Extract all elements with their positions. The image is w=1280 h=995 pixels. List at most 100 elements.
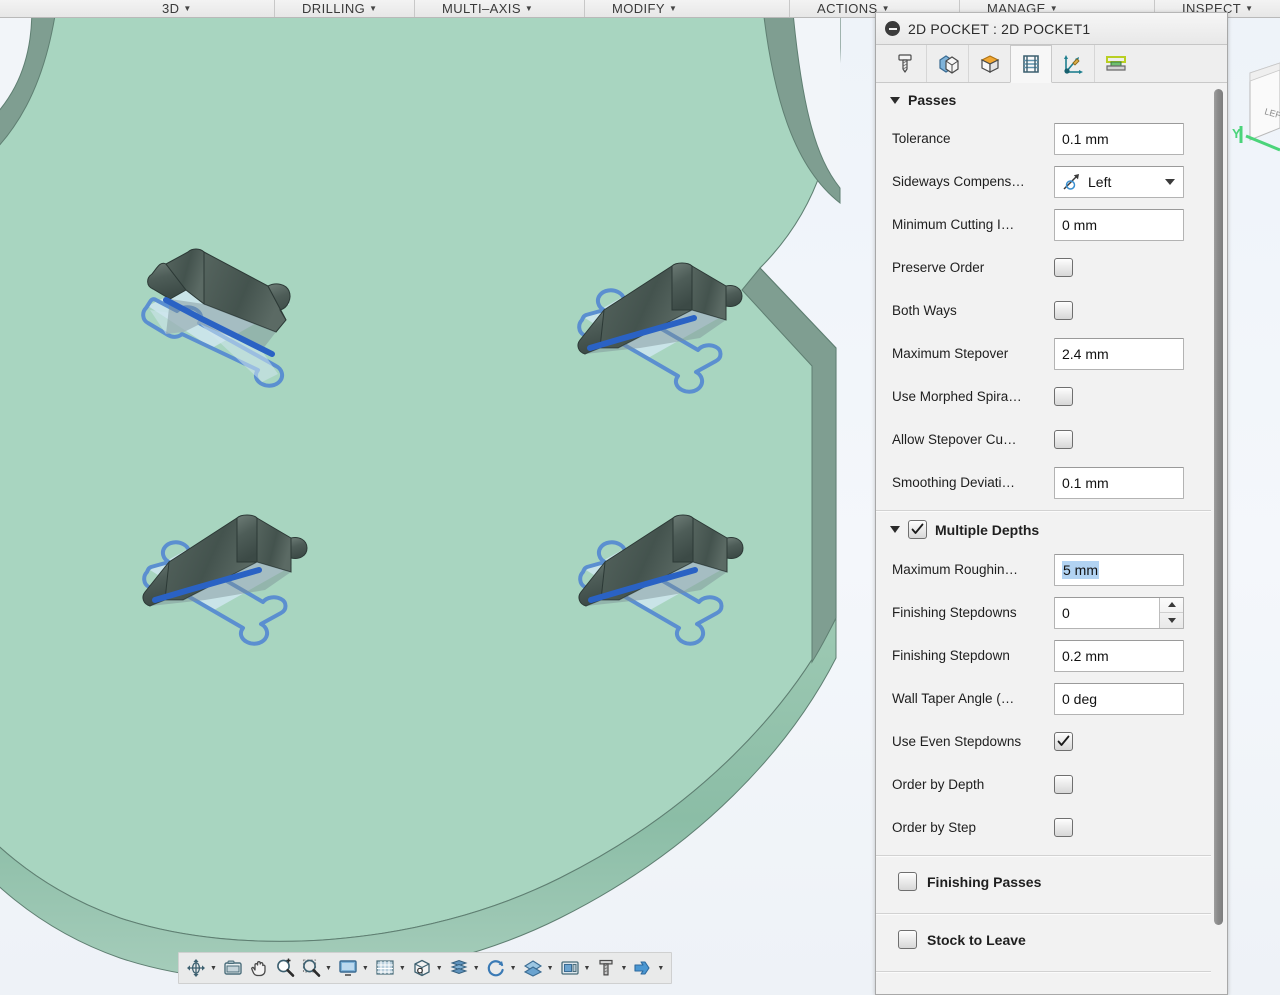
field-value: 2.4 mm	[1062, 345, 1109, 362]
chevron-down-icon[interactable]: ▼	[657, 965, 664, 972]
tolerance-input[interactable]: 0.1 mm	[1054, 122, 1184, 155]
chevron-down-icon[interactable]: ▼	[369, 2, 377, 16]
refresh-toolpath-icon[interactable]	[483, 954, 509, 982]
dialog-title-bar[interactable]: 2D POCKET : 2D POCKET1	[876, 13, 1227, 45]
stepper-buttons[interactable]	[1159, 597, 1183, 628]
display-settings-icon[interactable]	[335, 954, 361, 982]
both-ways-checkbox[interactable]	[1054, 301, 1073, 320]
use-morphed-spiral-checkbox[interactable]	[1054, 387, 1073, 406]
smoothing-deviation-input[interactable]: 0.1 mm	[1054, 466, 1184, 499]
finishing-passes-checkbox[interactable]	[898, 872, 917, 891]
stepper-down-button[interactable]	[1160, 613, 1183, 628]
row-label: Order by Step	[892, 820, 977, 835]
tab-geometry[interactable]	[926, 45, 968, 82]
maximum-roughing-stepdown-input[interactable]: 5 mm	[1054, 553, 1184, 586]
view-cube[interactable]: LEFT Y	[1220, 58, 1280, 178]
orbit-icon[interactable]	[183, 954, 209, 982]
chevron-down-icon[interactable]: ▼	[620, 965, 627, 972]
viewports-icon[interactable]	[409, 954, 435, 982]
stepper-up-button[interactable]	[1160, 598, 1183, 613]
chevron-down-icon[interactable]: ▼	[362, 965, 369, 972]
app-root: 3D ▼ DRILLING ▼ MULTI–AXIS ▼ MODIFY ▼ ACTIONS ▼ MA…	[0, 0, 1280, 995]
chevron-down-icon[interactable]: ▼	[584, 965, 591, 972]
dialog-scrollbar[interactable]	[1212, 89, 1225, 954]
section-divider	[876, 971, 1211, 972]
machine-icon[interactable]	[557, 954, 583, 982]
dialog-tab-strip[interactable]	[876, 45, 1227, 83]
scrollbar-thumb[interactable]	[1214, 89, 1223, 925]
row-use-even-stepdowns[interactable]: Use Even Stepdowns	[876, 720, 1211, 763]
row-maximum-roughing-stepdown[interactable]: Maximum Roughin… 5 mm	[876, 548, 1211, 591]
chevron-down-icon[interactable]: ▼	[1245, 2, 1253, 16]
tab-passes[interactable]	[1010, 45, 1052, 83]
zoom-icon[interactable]	[272, 954, 298, 982]
tab-heights[interactable]	[968, 45, 1010, 82]
row-preserve-order[interactable]: Preserve Order	[876, 246, 1211, 289]
sideways-compensation-select[interactable]: Left	[1054, 165, 1184, 198]
look-at-icon[interactable]	[220, 954, 246, 982]
layers-icon[interactable]	[520, 954, 546, 982]
chevron-down-icon[interactable]: ▼	[183, 2, 191, 16]
ribbon-menu-3d[interactable]: 3D ▼	[150, 0, 204, 17]
use-even-stepdowns-checkbox[interactable]	[1054, 732, 1073, 751]
chevron-down-icon[interactable]: ▼	[325, 965, 332, 972]
row-finishing-stepdowns[interactable]: Finishing Stepdowns 0	[876, 591, 1211, 634]
section-header-finishing-passes[interactable]: Finishing Passes	[876, 856, 1211, 907]
collapse-icon[interactable]	[885, 21, 900, 36]
wall-taper-angle-input[interactable]: 0 deg	[1054, 682, 1184, 715]
ribbon-menu-label: MULTI–AXIS	[442, 1, 521, 16]
stock-to-leave-checkbox[interactable]	[898, 930, 917, 949]
tab-tool[interactable]	[884, 45, 926, 82]
section-header-multiple-depths[interactable]: Multiple Depths	[876, 511, 1211, 548]
chevron-down-icon[interactable]: ▼	[473, 965, 480, 972]
chevron-down-icon[interactable]: ▼	[669, 2, 677, 16]
row-sideways-compensation[interactable]: Sideways Compens… Left	[876, 160, 1211, 203]
tab-linking[interactable]	[1052, 45, 1094, 82]
ribbon-menu-multi-axis[interactable]: MULTI–AXIS ▼	[430, 0, 545, 17]
tab-stock[interactable]	[1094, 45, 1136, 82]
chevron-down-icon[interactable]	[1165, 178, 1175, 185]
section-header-stock-to-leave[interactable]: Stock to Leave	[876, 914, 1211, 965]
zoom-window-icon[interactable]	[298, 954, 324, 982]
chevron-down-icon[interactable]: ▼	[525, 2, 533, 16]
minimum-cutting-radius-input[interactable]: 0 mm	[1054, 208, 1184, 241]
tool-library-icon[interactable]	[593, 954, 619, 982]
pan-icon[interactable]	[246, 954, 272, 982]
row-finishing-stepdown[interactable]: Finishing Stepdown 0.2 mm	[876, 634, 1211, 677]
row-order-by-depth[interactable]: Order by Depth	[876, 763, 1211, 806]
ribbon-menu-label: DRILLING	[302, 1, 366, 16]
row-tolerance[interactable]: Tolerance 0.1 mm	[876, 117, 1211, 160]
chevron-down-icon[interactable]: ▼	[510, 965, 517, 972]
row-allow-stepover-cusps[interactable]: Allow Stepover Cu…	[876, 418, 1211, 461]
order-by-depth-checkbox[interactable]	[1054, 775, 1073, 794]
multiple-depths-checkbox[interactable]	[908, 520, 927, 539]
ribbon-menu-drilling[interactable]: DRILLING ▼	[290, 0, 390, 17]
finishing-stepdown-input[interactable]: 0.2 mm	[1054, 639, 1184, 672]
chevron-down-icon[interactable]: ▼	[399, 965, 406, 972]
visual-style-icon[interactable]	[446, 954, 472, 982]
chevron-down-icon[interactable]: ▼	[547, 965, 554, 972]
ribbon-separator	[414, 0, 415, 17]
maximum-stepover-input[interactable]: 2.4 mm	[1054, 337, 1184, 370]
row-minimum-cutting-radius[interactable]: Minimum Cutting I… 0 mm	[876, 203, 1211, 246]
chevron-down-icon[interactable]: ▼	[210, 965, 217, 972]
finishing-stepdowns-stepper[interactable]: 0	[1054, 596, 1184, 629]
ribbon-menu-modify[interactable]: MODIFY ▼	[600, 0, 689, 17]
navigation-toolbar[interactable]: ▼ ▼ ▼ ▼ ▼ ▼ ▼ ▼ ▼ ▼ ▼	[178, 952, 673, 984]
chevron-down-icon[interactable]	[890, 96, 900, 104]
grid-snaps-icon[interactable]	[372, 954, 398, 982]
order-by-step-checkbox[interactable]	[1054, 818, 1073, 837]
row-use-morphed-spiral[interactable]: Use Morphed Spira…	[876, 375, 1211, 418]
section-header-passes[interactable]: Passes	[876, 83, 1211, 117]
row-order-by-step[interactable]: Order by Step	[876, 806, 1211, 849]
row-wall-taper-angle[interactable]: Wall Taper Angle (… 0 deg	[876, 677, 1211, 720]
operation-dialog[interactable]: 2D POCKET : 2D POCKET1 Passes Tolerance …	[875, 12, 1228, 995]
row-smoothing-deviation[interactable]: Smoothing Deviati… 0.1 mm	[876, 461, 1211, 504]
allow-stepover-cusps-checkbox[interactable]	[1054, 430, 1073, 449]
simulate-icon[interactable]	[630, 954, 656, 982]
row-maximum-stepover[interactable]: Maximum Stepover 2.4 mm	[876, 332, 1211, 375]
chevron-down-icon[interactable]: ▼	[436, 965, 443, 972]
row-both-ways[interactable]: Both Ways	[876, 289, 1211, 332]
preserve-order-checkbox[interactable]	[1054, 258, 1073, 277]
chevron-down-icon[interactable]	[890, 526, 900, 533]
